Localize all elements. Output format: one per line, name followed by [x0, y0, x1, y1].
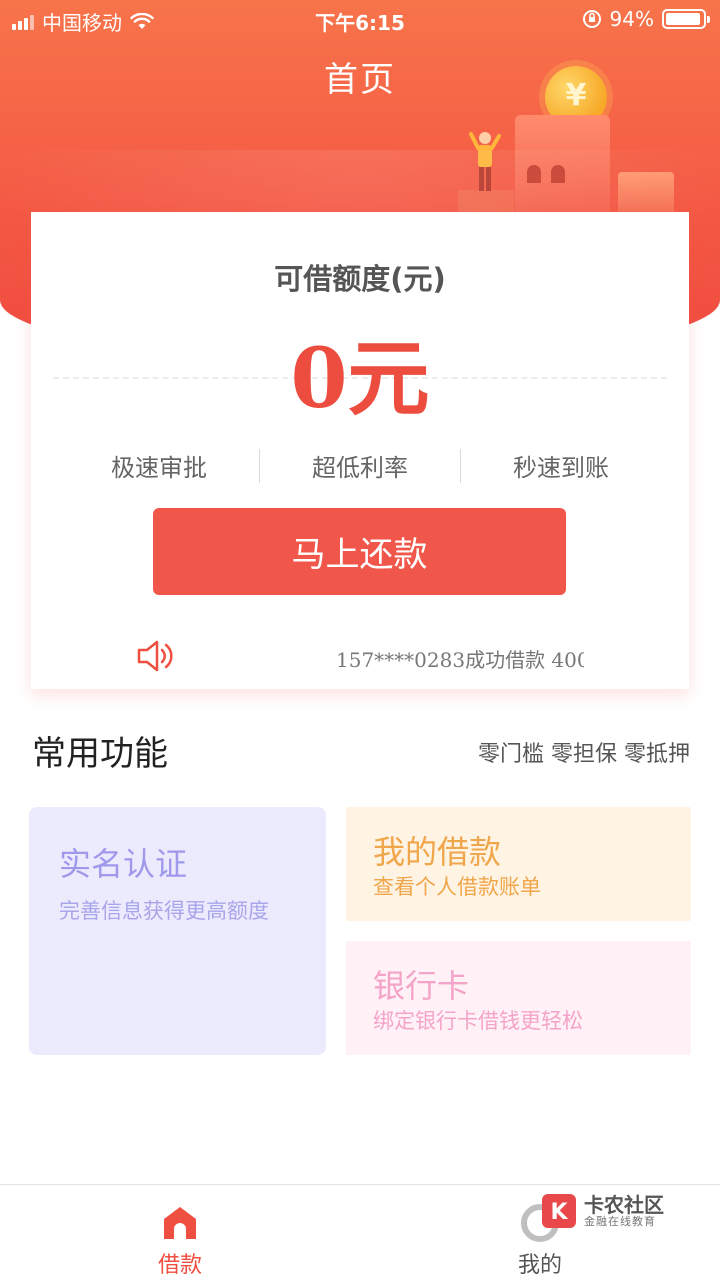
watermark-sub: 金融在线教育: [584, 1214, 656, 1228]
person-illustration: [469, 132, 501, 191]
credit-limit-title: 可借额度(元): [274, 262, 446, 296]
building-illustration-small: [458, 190, 514, 214]
home-icon: [164, 1207, 196, 1239]
kanong-logo-icon: K: [542, 1194, 576, 1228]
loan-ticker: 157****0283成功借款 400: [336, 648, 584, 672]
tile-title: 银行卡: [373, 967, 470, 1005]
rotation-lock-icon: [582, 10, 601, 28]
tab-label: 借款: [157, 1253, 202, 1278]
battery-icon: [662, 9, 710, 29]
watermark-main: 卡农社区: [584, 1192, 664, 1217]
building-illustration-right: [618, 172, 674, 216]
tile-subtitle: 绑定银行卡借钱更轻松: [373, 1009, 583, 1033]
credit-limit-card: 可借额度(元) 0元 极速审批 超低利率 秒速到账 马上还款 157****02…: [31, 212, 689, 689]
tile-subtitle: 查看个人借款账单: [373, 875, 541, 899]
my-loans-tile[interactable]: 我的借款 查看个人借款账单: [346, 807, 691, 921]
tile-subtitle: 完善信息获得更高额度: [59, 899, 269, 923]
tab-loan[interactable]: 借款: [90, 1185, 270, 1280]
status-bar: 中国移动 下午6:15 94%: [0, 0, 720, 40]
feature-fast-approval: 极速审批: [111, 454, 207, 482]
watermark: K 卡农社区 金融在线教育: [540, 1192, 664, 1230]
real-name-verification-tile[interactable]: 实名认证 完善信息获得更高额度: [29, 807, 326, 1055]
page-title: 首页: [324, 60, 396, 100]
building-illustration: [515, 115, 610, 215]
feature-low-rate: 超低利率: [312, 454, 408, 482]
tile-title: 我的借款: [373, 833, 502, 871]
speaker-icon: [137, 640, 173, 672]
section-tags: 零门槛 零担保 零抵押: [478, 742, 690, 767]
bank-card-tile[interactable]: 银行卡 绑定银行卡借钱更轻松: [346, 941, 691, 1055]
feature-instant-arrival: 秒速到账: [513, 454, 609, 482]
battery-percent: 94%: [609, 7, 654, 31]
svg-text:K: K: [550, 1200, 568, 1225]
section-title: 常用功能: [32, 734, 168, 774]
feature-separator: [460, 448, 461, 483]
tile-title: 实名认证: [59, 845, 188, 883]
status-right: 94%: [582, 7, 710, 31]
feature-separator: [259, 448, 260, 483]
credit-limit-amount: 0元: [290, 331, 430, 427]
feature-list: 极速审批 超低利率 秒速到账: [111, 448, 609, 483]
tab-label: 我的: [517, 1253, 562, 1278]
repay-now-button[interactable]: 马上还款: [153, 508, 566, 595]
